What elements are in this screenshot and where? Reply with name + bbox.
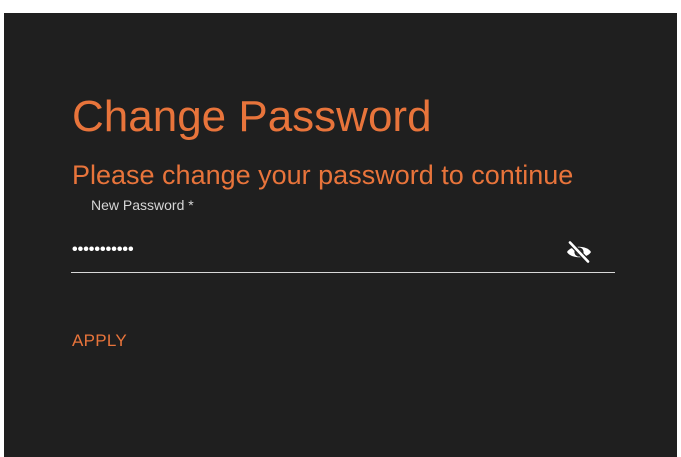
toggle-password-visibility-button[interactable] <box>561 237 597 269</box>
new-password-label: New Password * <box>91 197 194 213</box>
apply-button[interactable]: APPLY <box>68 328 131 353</box>
input-underline <box>71 272 615 273</box>
visibility-off-icon <box>565 239 593 266</box>
dialog-subtitle: Please change your password to continue <box>72 160 574 190</box>
change-password-dialog: Change Password Please change your passw… <box>4 13 677 457</box>
new-password-input[interactable] <box>72 235 542 265</box>
dialog-title: Change Password <box>72 92 432 141</box>
